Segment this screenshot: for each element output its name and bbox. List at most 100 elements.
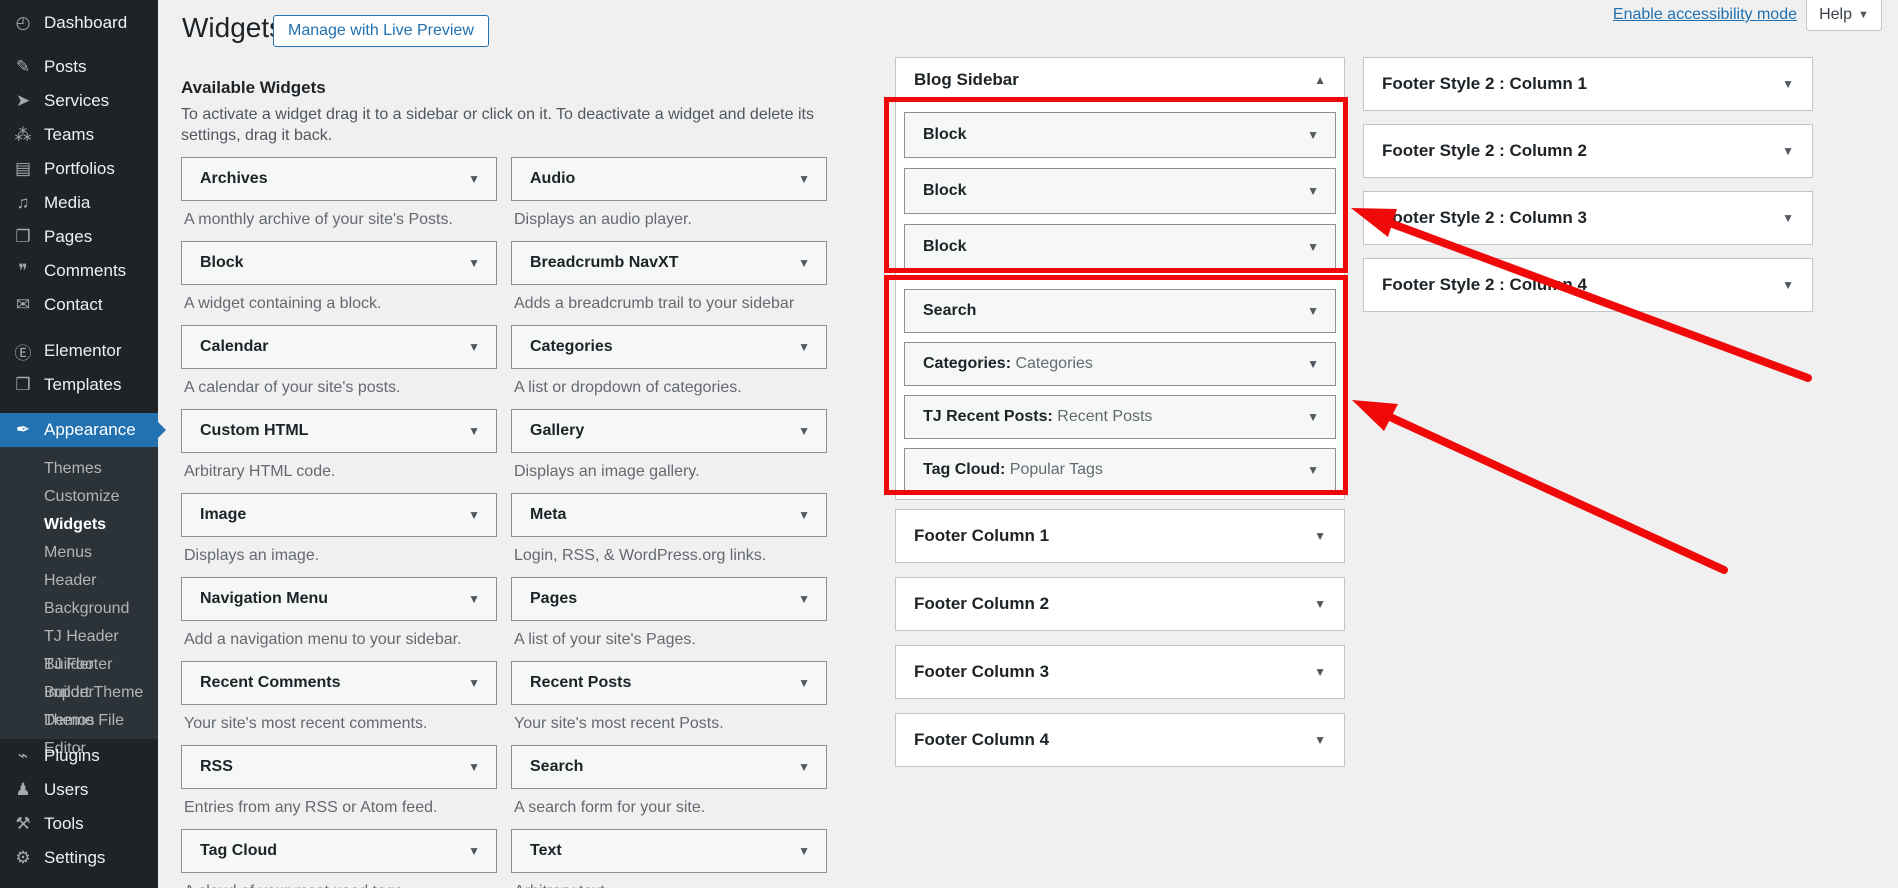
chevron-down-icon[interactable]: ▼ [1782, 278, 1794, 292]
widget-card-gallery[interactable]: Gallery▼ [511, 409, 827, 453]
chevron-down-icon[interactable]: ▼ [798, 676, 810, 690]
widget-card-calendar[interactable]: Calendar▼ [181, 325, 497, 369]
sidebar-widget-tj-recent-posts[interactable]: TJ Recent Posts: Recent Posts▼ [904, 395, 1336, 439]
chevron-down-icon[interactable]: ▼ [798, 172, 810, 186]
chevron-down-icon[interactable]: ▼ [468, 424, 480, 438]
sidebar-panel-header[interactable]: Footer Style 2 : Column 1▼ [1364, 58, 1812, 110]
manage-live-preview-button[interactable]: Manage with Live Preview [273, 15, 489, 47]
widget-card-rss[interactable]: RSS▼ [181, 745, 497, 789]
sidebar-item-templates[interactable]: ❒Templates [0, 368, 158, 402]
chevron-down-icon[interactable]: ▼ [798, 340, 810, 354]
chevron-down-icon[interactable]: ▼ [468, 676, 480, 690]
chevron-down-icon[interactable]: ▼ [468, 340, 480, 354]
chevron-down-icon[interactable]: ▼ [798, 760, 810, 774]
chevron-down-icon[interactable]: ▼ [1314, 597, 1326, 611]
chevron-down-icon[interactable]: ▼ [798, 256, 810, 270]
widget-card-description: Displays an audio player. [511, 211, 827, 229]
submenu-item-tj-header-builder[interactable]: TJ Header Builder [0, 623, 158, 651]
widget-card-meta[interactable]: Meta▼ [511, 493, 827, 537]
sidebar-item-pages[interactable]: ❐Pages [0, 220, 158, 254]
submenu-item-background[interactable]: Background [0, 595, 158, 623]
widget-card-breadcrumb-navxt[interactable]: Breadcrumb NavXT▼ [511, 241, 827, 285]
sidebar-item-contact[interactable]: ✉Contact [0, 288, 158, 322]
sidebar-item-appearance[interactable]: ✒ Appearance [0, 413, 158, 447]
sidebar-item-media[interactable]: ♫Media [0, 186, 158, 220]
help-tab[interactable]: Help ▼ [1806, 0, 1882, 31]
widget-card-categories[interactable]: Categories ▼ [511, 325, 827, 369]
chevron-down-icon[interactable]: ▼ [1314, 733, 1326, 747]
chevron-down-icon[interactable]: ▼ [798, 592, 810, 606]
widget-card-search[interactable]: Search▼ [511, 745, 827, 789]
widget-card-archives[interactable]: Archives ▼ [181, 157, 497, 201]
sidebar-item-elementor[interactable]: ⒺElementor [0, 334, 158, 368]
enable-accessibility-link[interactable]: Enable accessibility mode [1613, 6, 1797, 24]
chevron-down-icon[interactable]: ▼ [1307, 463, 1319, 477]
chevron-down-icon[interactable]: ▼ [1782, 211, 1794, 225]
sidebar-widget-block[interactable]: Block▼ [904, 112, 1336, 158]
submenu-item-tj-footer-builder[interactable]: TJ Footer Builder [0, 651, 158, 679]
widget-card-pages[interactable]: Pages▼ [511, 577, 827, 621]
submenu-item-themes[interactable]: Themes [0, 455, 158, 483]
widget-card-audio[interactable]: Audio▼ [511, 157, 827, 201]
chevron-down-icon[interactable]: ▼ [1307, 357, 1319, 371]
widget-card-custom-html[interactable]: Custom HTML▼ [181, 409, 497, 453]
sidebar-panel-header[interactable]: Footer Column 2▼ [896, 578, 1344, 630]
widget-card-text[interactable]: Text▼ [511, 829, 827, 873]
widget-card-navigation-menu[interactable]: Navigation Menu▼ [181, 577, 497, 621]
submenu-item-header[interactable]: Header [0, 567, 158, 595]
chevron-down-icon[interactable]: ▼ [468, 760, 480, 774]
sidebar-panel-header[interactable]: Footer Column 1▼ [896, 510, 1344, 562]
sidebar-item-settings[interactable]: ⚙Settings [0, 841, 158, 875]
chevron-down-icon[interactable]: ▼ [468, 592, 480, 606]
chevron-down-icon[interactable]: ▼ [1314, 665, 1326, 679]
submenu-item-widgets[interactable]: Widgets [0, 511, 158, 539]
chevron-down-icon[interactable]: ▼ [1307, 240, 1319, 254]
chevron-down-icon[interactable]: ▼ [468, 256, 480, 270]
sidebar-widget-block[interactable]: Block▼ [904, 168, 1336, 214]
widget-card-block[interactable]: Block▼ [181, 241, 497, 285]
sidebar-item-tools[interactable]: ⚒Tools [0, 807, 158, 841]
sidebar-item-posts[interactable]: ✎Posts [0, 50, 158, 84]
sidebar-item-comments[interactable]: ❞Comments [0, 254, 158, 288]
sidebar-item-portfolios[interactable]: ▤Portfolios [0, 152, 158, 186]
sidebar-item-dashboard[interactable]: ◴Dashboard [0, 6, 158, 40]
sidebar-widget-search[interactable]: Search▼ [904, 289, 1336, 333]
chevron-down-icon[interactable]: ▼ [798, 844, 810, 858]
sidebar-panel-header[interactable]: Footer Style 2 : Column 3▼ [1364, 192, 1812, 244]
sidebar-item-teams[interactable]: ⁂Teams [0, 118, 158, 152]
widget-card-recent-comments[interactable]: Recent Comments▼ [181, 661, 497, 705]
sidebar-panel-header[interactable]: Footer Column 3▼ [896, 646, 1344, 698]
sidebar-widget-tag-cloud[interactable]: Tag Cloud: Popular Tags▼ [904, 448, 1336, 492]
chevron-down-icon[interactable]: ▼ [468, 172, 480, 186]
chevron-down-icon[interactable]: ▼ [468, 844, 480, 858]
chevron-down-icon[interactable]: ▼ [1782, 144, 1794, 158]
chevron-down-icon[interactable]: ▼ [1307, 304, 1319, 318]
chevron-down-icon[interactable]: ▼ [1307, 410, 1319, 424]
sidebar-widget-categories[interactable]: Categories: Categories▼ [904, 342, 1336, 386]
widget-card-title: Categories [530, 338, 613, 356]
sidebar-panel-header[interactable]: Footer Style 2 : Column 2▼ [1364, 125, 1812, 177]
submenu-item-menus[interactable]: Menus [0, 539, 158, 567]
submenu-item-import-theme-demos[interactable]: Import Theme Demos [0, 679, 158, 707]
widget-card-recent-posts[interactable]: Recent Posts▼ [511, 661, 827, 705]
sidebar-item-services[interactable]: ➤Services [0, 84, 158, 118]
sidebar-widget-block[interactable]: Block▼ [904, 224, 1336, 270]
chevron-down-icon[interactable]: ▼ [798, 508, 810, 522]
submenu-item-customize[interactable]: Customize [0, 483, 158, 511]
blog-sidebar-header[interactable]: Blog Sidebar ▲ [896, 58, 1344, 102]
chevron-down-icon[interactable]: ▼ [1782, 77, 1794, 91]
sidebar-panel-header[interactable]: Footer Column 4▼ [896, 714, 1344, 766]
widget-card-image[interactable]: Image▼ [181, 493, 497, 537]
available-widget-cell: RSS▼Entries from any RSS or Atom feed. [181, 745, 497, 829]
chevron-down-icon[interactable]: ▼ [1307, 184, 1319, 198]
widget-card-title: Archives [200, 170, 268, 188]
collapse-up-icon[interactable]: ▲ [1314, 73, 1326, 87]
chevron-down-icon[interactable]: ▼ [1307, 128, 1319, 142]
sidebar-item-users[interactable]: ♟Users [0, 773, 158, 807]
widget-card-tag-cloud[interactable]: Tag Cloud▼ [181, 829, 497, 873]
sidebar-panel-header[interactable]: Footer Style 2 : Column 4▼ [1364, 259, 1812, 311]
chevron-down-icon[interactable]: ▼ [1314, 529, 1326, 543]
chevron-down-icon[interactable]: ▼ [798, 424, 810, 438]
submenu-item-theme-file-editor[interactable]: Theme File Editor [0, 707, 158, 735]
chevron-down-icon[interactable]: ▼ [468, 508, 480, 522]
